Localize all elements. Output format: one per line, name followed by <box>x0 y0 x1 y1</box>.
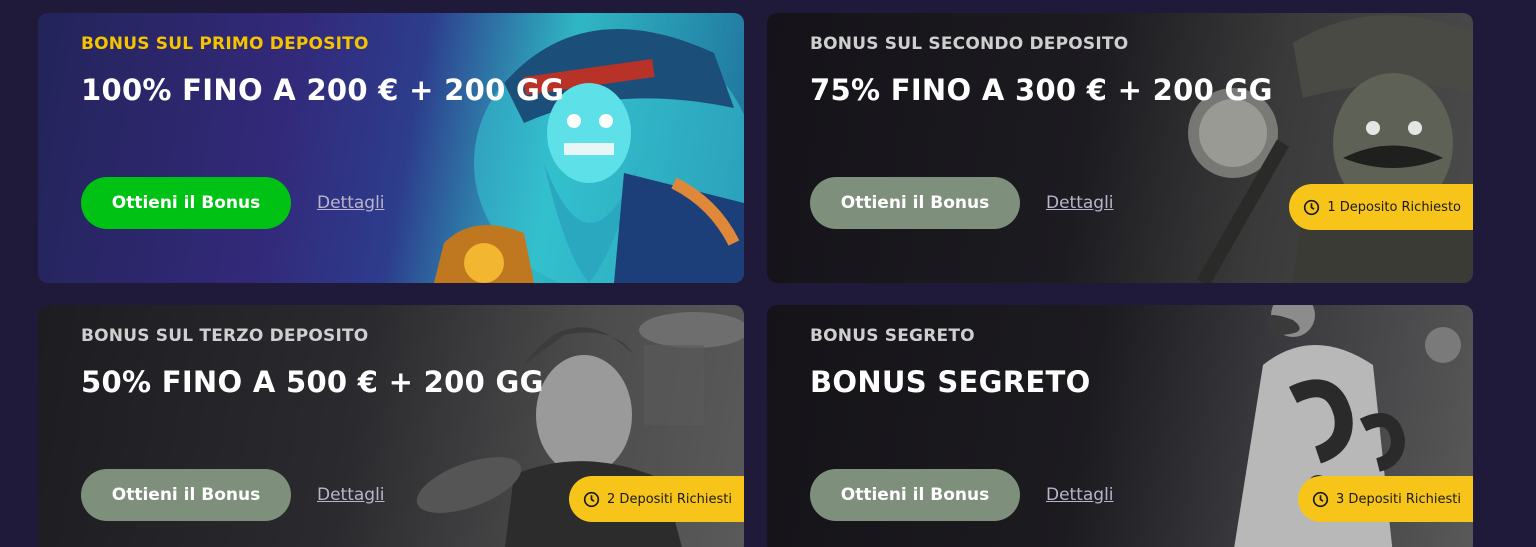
get-bonus-button[interactable]: Ottieni il Bonus <box>81 469 291 521</box>
bonus-headline: 75% FINO A 300 € + 200 GG <box>810 73 1273 107</box>
get-bonus-button[interactable]: Ottieni il Bonus <box>810 469 1020 521</box>
bonus-card-second-deposit: BONUS SUL SECONDO DEPOSITO 75% FINO A 30… <box>767 13 1473 283</box>
clock-icon <box>1304 199 1320 215</box>
bonus-card-secret: BONUS SEGRETO BONUS SEGRETO Ottieni il B… <box>767 305 1473 547</box>
details-link[interactable]: Dettagli <box>1046 485 1114 505</box>
details-link[interactable]: Dettagli <box>1046 193 1114 213</box>
bonus-eyebrow: BONUS SUL PRIMO DEPOSITO <box>81 34 369 54</box>
bonus-card-first-deposit: BONUS SUL PRIMO DEPOSITO 100% FINO A 200… <box>38 13 744 283</box>
badge-label: 3 Depositi Richiesti <box>1336 491 1461 507</box>
bonus-headline: 50% FINO A 500 € + 200 GG <box>81 365 544 399</box>
bonus-eyebrow: BONUS SEGRETO <box>810 326 975 346</box>
get-bonus-button[interactable]: Ottieni il Bonus <box>810 177 1020 229</box>
cowboy-illustration <box>1188 15 1473 283</box>
bonus-card-third-deposit: BONUS SUL TERZO DEPOSITO 50% FINO A 500 … <box>38 305 744 547</box>
get-bonus-button[interactable]: Ottieni il Bonus <box>81 177 291 229</box>
pirate-illustration <box>434 28 744 283</box>
clock-icon <box>1312 491 1329 507</box>
details-link[interactable]: Dettagli <box>317 193 385 213</box>
deposit-requirement-badge: 3 Depositi Richiesti <box>1298 476 1473 522</box>
bonus-eyebrow: BONUS SUL TERZO DEPOSITO <box>81 326 369 346</box>
deposit-requirement-badge: 1 Deposito Richiesto <box>1289 184 1473 230</box>
badge-label: 1 Deposito Richiesto <box>1327 199 1461 215</box>
bonus-headline: BONUS SEGRETO <box>810 365 1091 399</box>
deposit-requirement-badge: 2 Depositi Richiesti <box>569 476 744 522</box>
bonus-headline: 100% FINO A 200 € + 200 GG <box>81 73 565 107</box>
details-link[interactable]: Dettagli <box>317 485 385 505</box>
clock-icon <box>583 491 600 507</box>
bonus-eyebrow: BONUS SUL SECONDO DEPOSITO <box>810 34 1129 54</box>
badge-label: 2 Depositi Richiesti <box>607 491 732 507</box>
bonus-grid: BONUS SUL PRIMO DEPOSITO 100% FINO A 200… <box>0 0 1536 547</box>
